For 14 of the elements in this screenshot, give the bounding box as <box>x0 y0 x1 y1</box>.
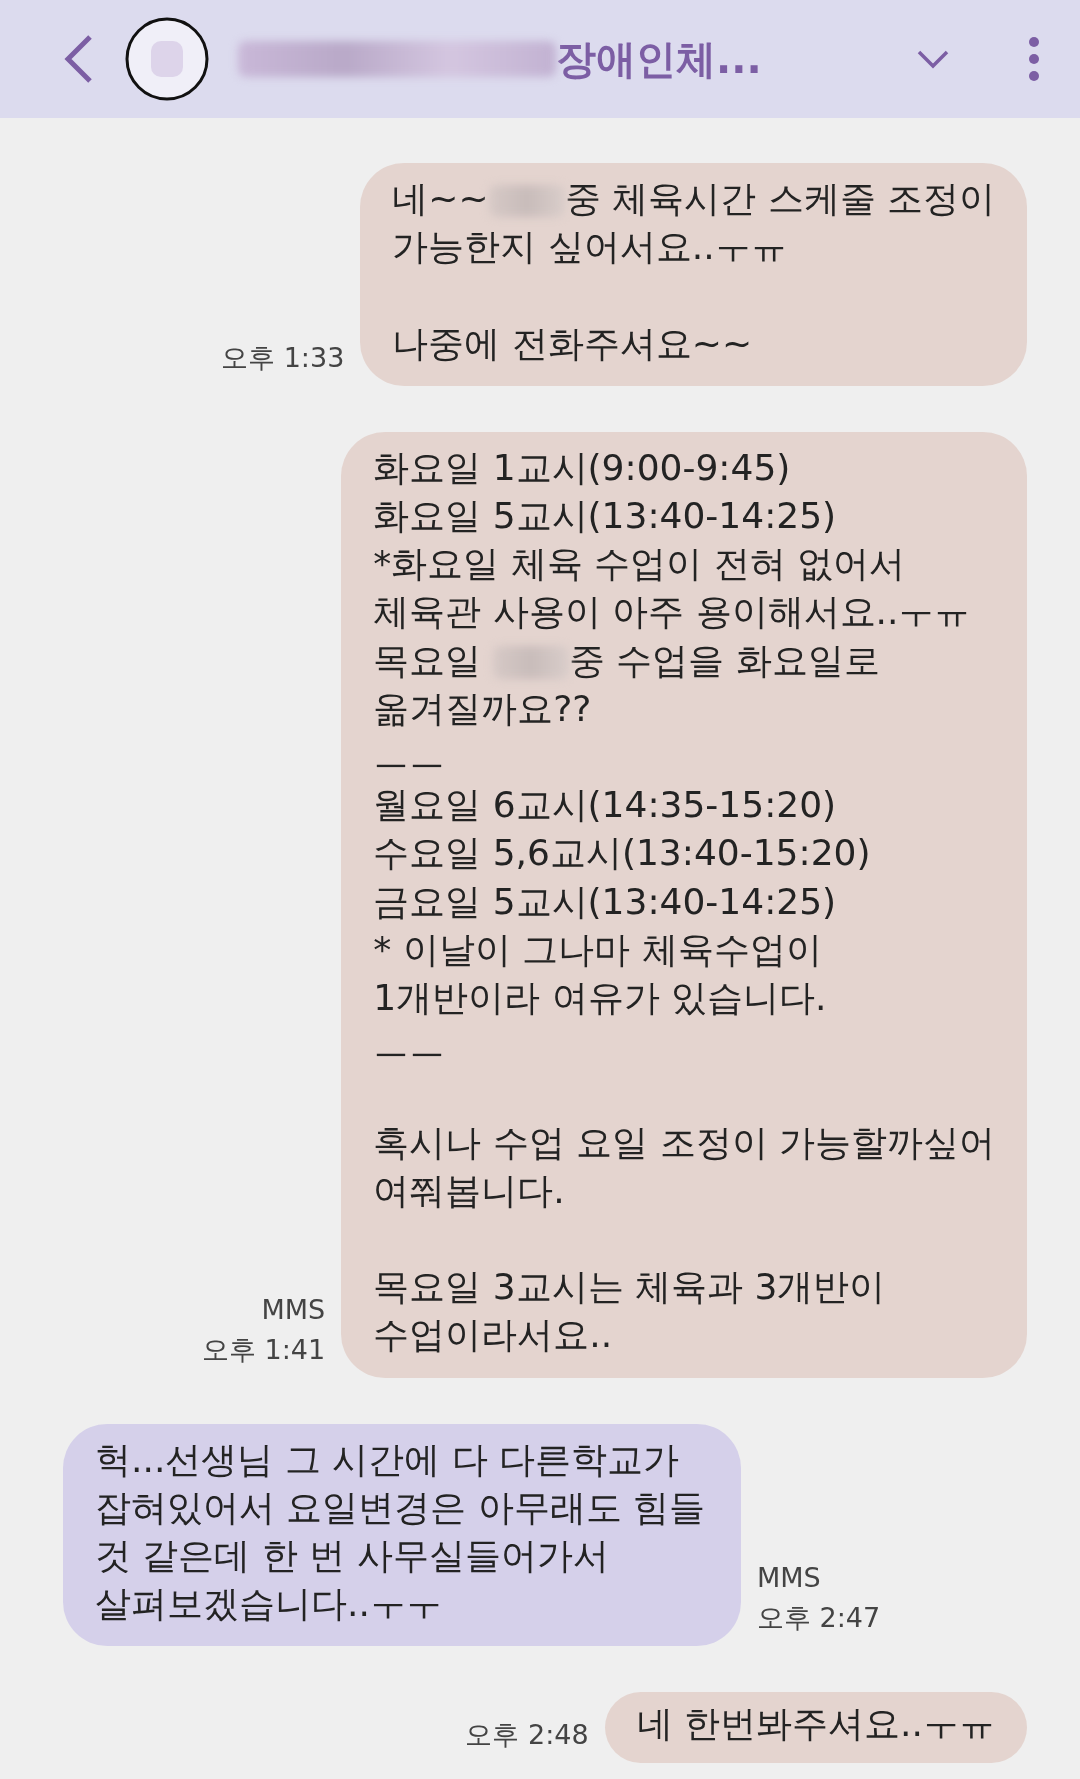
message-type: MMS <box>757 1561 821 1596</box>
more-icon[interactable] <box>1028 36 1040 82</box>
message-bubble: 네 한번봐주셔요..ㅜㅠ <box>604 1692 1027 1763</box>
message-bubble: 헉...선생님 그 시간에 다 다른학교가 잡혀있어서 요일변경은 아무래도 힘들 것 같은데 한 번 사무실들어가서 살펴보겠습니다..ㅜㅜ <box>63 1423 741 1647</box>
timestamp: 오후 2:48 <box>465 1717 589 1752</box>
timestamp: 오후 1:33 <box>221 340 345 375</box>
message-bubble: 네~~ 중 체육시간 스케줄 조정이 가능한지 싶어서요..ㅜㅠ 나중에 전화주셔요~~ <box>360 163 1027 386</box>
timestamp: 오후 1:41 <box>202 1332 326 1367</box>
contact-name: 장애인체... <box>238 31 888 87</box>
message-type: MMS <box>261 1292 326 1327</box>
message-bubble: 화요일 1교시(9:00-9:45) 화요일 5교시(13:40-14:25) *화요일 체육 수업이 전혀 없어서 체육관 사용이 아주 용이해서요..ㅜㅠ 목요일 중 수업을 화요일로 옮겨질까요?? ㅡㅡ 월요일 6교시(14:35-15:20) 수요일 5,6교시(13:40-15:20) 금요일 5교시(13:40-14:25) * 이날이 그나마 체육수업이 1개반이라 여유가 있습니다. ㅡㅡ 혹시나 수업 요일 조정이 가능할까싶어 여쭤봅니다. 목요일 3교시는 체육과 3개반이 수업이라서요.. <box>341 431 1027 1378</box>
timestamp: 오후 2:47 <box>757 1601 881 1636</box>
caret-icon[interactable] <box>916 48 950 70</box>
avatar-icon[interactable] <box>124 16 210 102</box>
